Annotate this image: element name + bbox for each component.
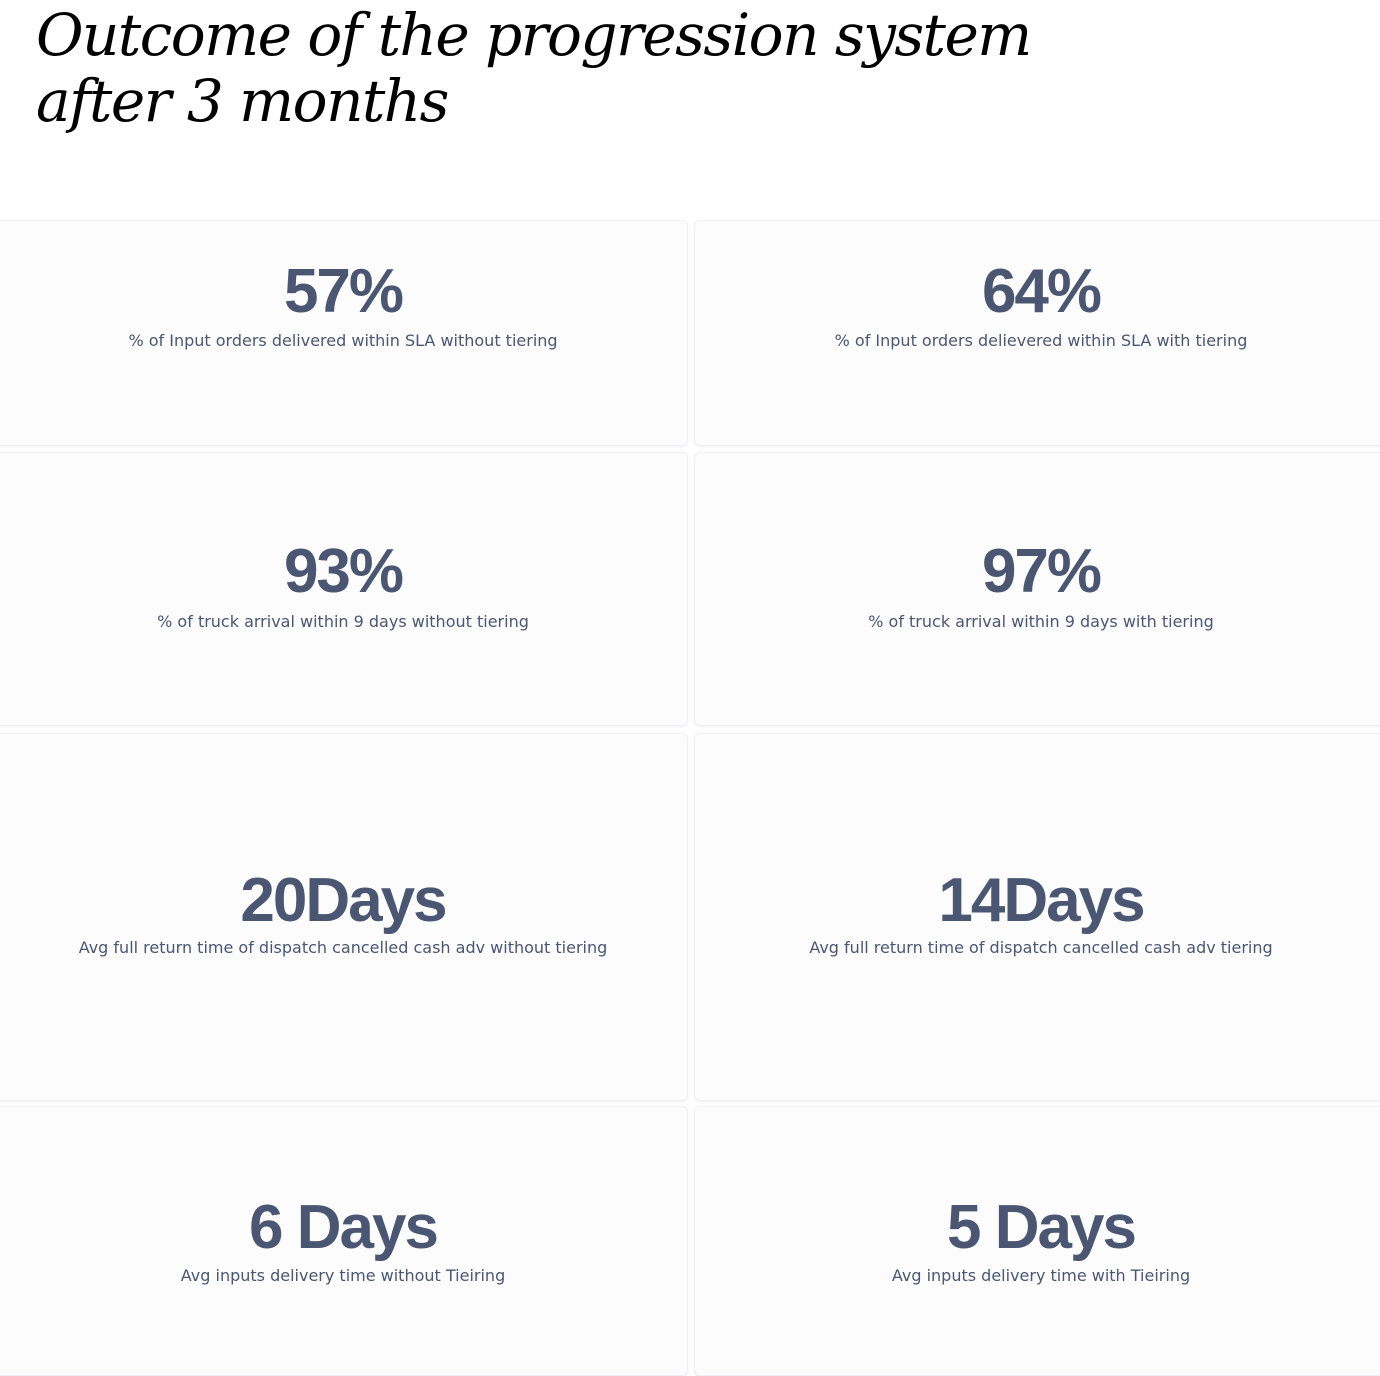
page-title-line-2: after 3 months [36,67,449,135]
metric-card-sla-without-tiering: 57% % of Input orders delivered within S… [0,220,688,446]
metric-value: 20Days [240,866,447,935]
metric-card-truck-arrival-without-tiering: 93% % of truck arrival within 9 days wit… [0,452,688,726]
metric-label: % of Input orders delivered within SLA w… [128,331,558,350]
metric-value: 93% [283,537,404,606]
metric-value: 14Days [938,866,1145,935]
metric-card-delivery-time-with-tiering: 5 Days Avg inputs delivery time with Tie… [694,1106,1380,1376]
metric-label: % of Input orders delievered within SLA … [834,331,1248,350]
metric-label: % of truck arrival within 9 days with ti… [868,612,1214,631]
metric-card-sla-with-tiering: 64% % of Input orders delievered within … [694,220,1380,446]
metric-label: % of truck arrival within 9 days without… [157,612,529,631]
metric-value: 97% [981,537,1102,606]
metric-label: Avg full return time of dispatch cancell… [809,938,1273,957]
metric-value: 57% [283,257,404,326]
metric-label: Avg inputs delivery time without Tieirin… [180,1266,506,1285]
metric-label: Avg inputs delivery time with Tieiring [891,1266,1191,1285]
metric-value: 6 Days [249,1193,439,1262]
page-title-line-1: Outcome of the progression system [36,1,1032,69]
metric-value: 5 Days [947,1193,1137,1262]
metric-label: Avg full return time of dispatch cancell… [78,938,608,957]
metric-card-return-time-without-tiering: 20Days Avg full return time of dispatch … [0,733,688,1101]
metric-value: 64% [981,257,1102,326]
metric-card-truck-arrival-with-tiering: 97% % of truck arrival within 9 days wit… [694,452,1380,726]
metric-card-return-time-with-tiering: 14Days Avg full return time of dispatch … [694,733,1380,1101]
page-title: Outcome of the progression system after … [36,2,1236,134]
metric-card-delivery-time-without-tiering: 6 Days Avg inputs delivery time without … [0,1106,688,1376]
